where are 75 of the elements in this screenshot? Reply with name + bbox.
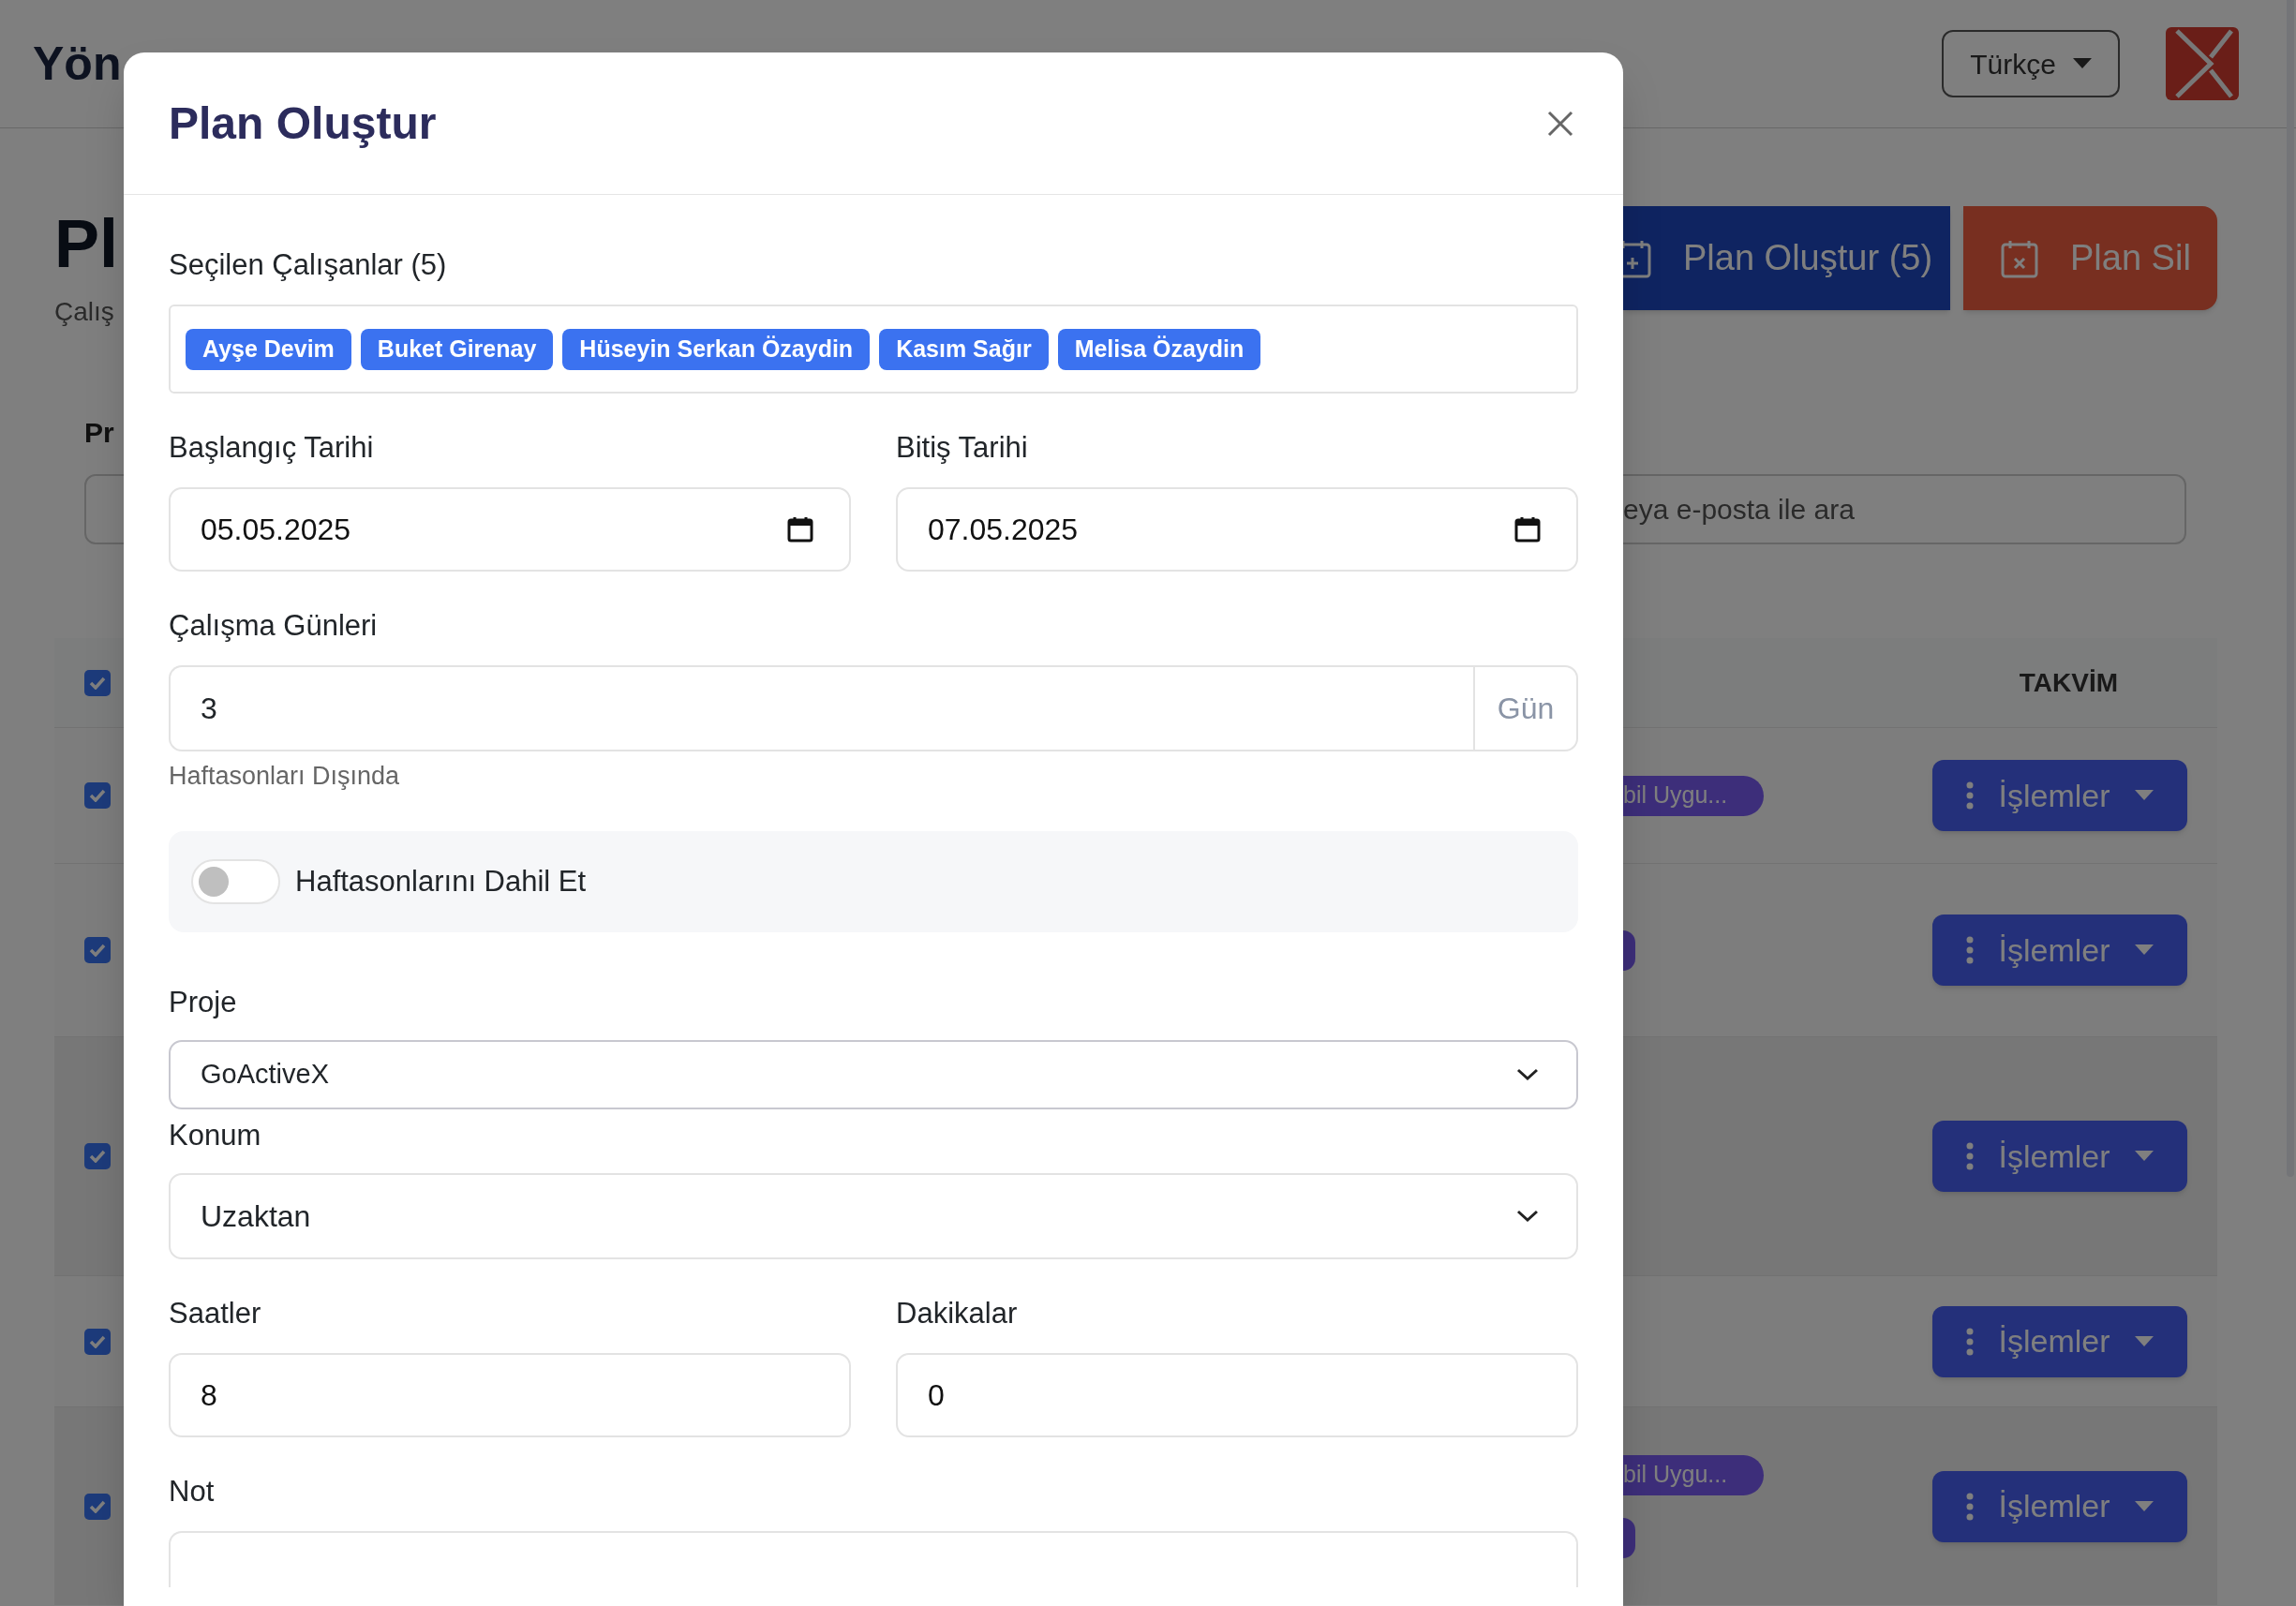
language-dropdown[interactable]: Türkçe: [1942, 30, 2120, 97]
field-label: Saatler: [169, 1296, 262, 1331]
check-icon: [89, 944, 106, 957]
tag: [1623, 929, 1635, 971]
field-label: Seçilen Çalışanlar (5): [169, 247, 448, 283]
more-icon: [1966, 936, 1974, 964]
field-label: Not: [169, 1474, 216, 1509]
field-label: Başlangıç Tarihi: [169, 430, 375, 466]
page-title: Pl: [54, 206, 119, 281]
unit-addon: Gün: [1473, 665, 1578, 751]
logo-icon: [2166, 27, 2239, 100]
caret-icon: [2135, 944, 2154, 956]
page-subtitle: Çalış: [54, 296, 115, 328]
filter-label: Pr: [84, 416, 114, 450]
check-icon: [89, 676, 106, 690]
date-field[interactable]: 05.05.2025: [169, 487, 851, 572]
tag: bil Uygu...: [1623, 1454, 1764, 1495]
field-label: Konum: [169, 1118, 262, 1153]
toggle-label: Haftasonlarını Dahil Et: [295, 863, 587, 900]
more-icon: [1966, 1327, 1974, 1356]
employee-tag: Kasım Sağır: [879, 328, 1049, 370]
check-icon: [89, 1150, 106, 1163]
check-icon: [89, 1334, 106, 1348]
hint-text: Haftasonları Dışında: [169, 761, 401, 791]
calendar-x-icon: [2001, 238, 2038, 278]
field-label: Dakikalar: [896, 1296, 1019, 1331]
caret-icon: [2135, 790, 2154, 801]
select-field[interactable]: Uzaktan: [169, 1173, 1578, 1259]
note-field[interactable]: [169, 1531, 1578, 1587]
more-icon: [1966, 781, 1974, 810]
toggle-switch[interactable]: [191, 859, 280, 904]
field-label: Proje: [169, 985, 238, 1020]
field-label: Çalışma Günleri: [169, 608, 379, 644]
delete-plan-button[interactable]: Plan Sil: [1963, 206, 2217, 310]
header-title: Yön: [33, 36, 122, 92]
actions-dropdown[interactable]: İşlemler: [1932, 1305, 2187, 1377]
more-icon: [1966, 1142, 1974, 1170]
caret-icon: [2135, 1151, 2154, 1162]
calendar-icon: [787, 516, 813, 543]
create-plan-button[interactable]: Plan Oluştur (5): [1623, 206, 1950, 310]
employee-tag: Melisa Özaydin: [1057, 328, 1261, 370]
row-checkbox[interactable]: [84, 1328, 111, 1355]
actions-dropdown[interactable]: İşlemler: [1932, 1470, 2187, 1542]
check-icon: [89, 789, 106, 802]
search-field[interactable]: eya e-posta ile ara: [1623, 474, 2186, 544]
chevron-icon: [1516, 1210, 1539, 1223]
calendar-icon: [1514, 516, 1541, 543]
caret-icon: [2135, 1500, 2154, 1512]
modal-title: Plan Oluştur: [169, 97, 437, 150]
date-field[interactable]: 07.05.2025: [896, 487, 1578, 572]
close-icon[interactable]: [1546, 109, 1574, 138]
row-checkbox[interactable]: [84, 937, 111, 963]
caret-icon: [2072, 58, 2092, 69]
chevron-icon: [1516, 1068, 1539, 1081]
actions-dropdown[interactable]: İşlemler: [1932, 760, 2187, 831]
caret-icon: [2135, 1335, 2154, 1347]
row-checkbox[interactable]: [84, 1143, 111, 1169]
number-field[interactable]: 0: [896, 1353, 1578, 1437]
actions-dropdown[interactable]: İşlemler: [1932, 915, 2187, 986]
employee-tag: Hüseyin Serkan Özaydin: [562, 328, 871, 370]
days-field[interactable]: 3: [169, 665, 1473, 751]
field-label: Bitiş Tarihi: [896, 430, 1029, 466]
actions-dropdown[interactable]: İşlemler: [1932, 1121, 2187, 1192]
employee-tag: Buket Girenay: [360, 328, 554, 370]
row-checkbox[interactable]: [84, 782, 111, 809]
column-heading: TAKVİM: [2019, 666, 2119, 699]
tag: [1623, 1517, 1635, 1558]
check-icon: [89, 1499, 106, 1513]
number-field[interactable]: 8: [169, 1353, 851, 1437]
select-all-checkbox[interactable]: [84, 669, 111, 696]
select-field[interactable]: GoActiveX: [169, 1040, 1578, 1109]
employee-tag: Ayşe Devim: [186, 328, 351, 370]
tag: bil Uygu...: [1623, 775, 1764, 816]
row-checkbox[interactable]: [84, 1493, 111, 1520]
more-icon: [1966, 1492, 1974, 1521]
